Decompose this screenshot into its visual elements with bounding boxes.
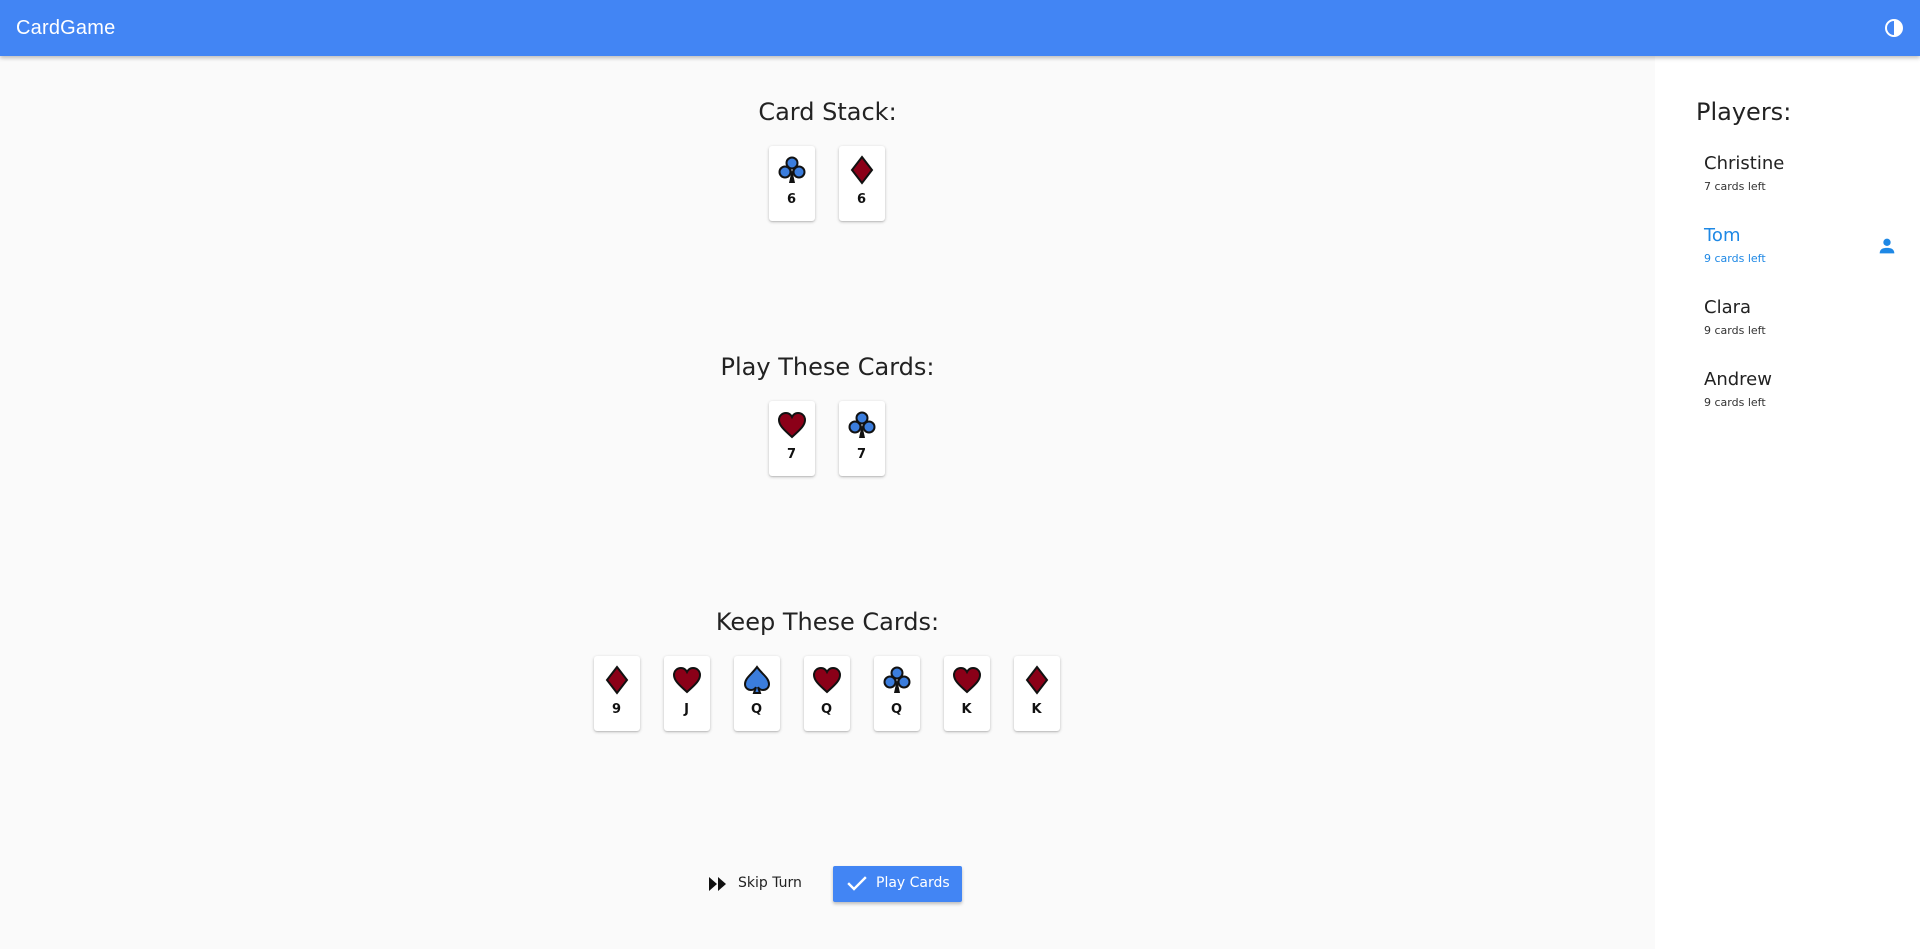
- card-rank: 6: [786, 192, 797, 207]
- playing-card[interactable]: K: [1013, 656, 1060, 731]
- card-stack-section: Card Stack: 66: [0, 96, 1655, 224]
- playing-card[interactable]: Q: [803, 656, 850, 731]
- action-bar: [0, 867, 1655, 907]
- keep-cards-title: Keep These Cards:: [715, 608, 940, 636]
- heart-icon: [952, 666, 981, 694]
- skip-turn-label: Skip Turn: [738, 875, 802, 891]
- play-cards-row: 77: [0, 401, 1655, 479]
- playing-card[interactable]: Q: [733, 656, 780, 731]
- club-icon: [778, 156, 805, 183]
- diamond-icon: [1025, 665, 1048, 695]
- heart-icon: [812, 666, 841, 694]
- player-name: Tom: [1704, 225, 1741, 246]
- players-title: Players:: [1696, 98, 1792, 126]
- card-rank: 9: [611, 702, 622, 717]
- contrast-icon[interactable]: [1882, 16, 1906, 40]
- card-rank: K: [961, 702, 972, 717]
- app-title: CardGame: [16, 17, 116, 39]
- card-rank: 7: [856, 447, 867, 462]
- playing-card[interactable]: 7: [768, 401, 815, 476]
- play-cards-section: Play These Cards: 77: [0, 351, 1655, 479]
- player-name: Clara: [1704, 297, 1752, 318]
- player-cards-left: 7 cards left: [1704, 180, 1766, 193]
- playing-card[interactable]: Q: [873, 656, 920, 731]
- card-rank: J: [684, 702, 689, 717]
- play-cards-label: Play Cards: [876, 875, 950, 891]
- player-cards-left: 9 cards left: [1704, 396, 1766, 409]
- card-rank: Q: [820, 702, 833, 717]
- playing-card[interactable]: 7: [838, 401, 885, 476]
- club-icon: [848, 411, 875, 438]
- player-name: Andrew: [1704, 369, 1772, 390]
- playing-card[interactable]: J: [663, 656, 710, 731]
- card-rank: K: [1031, 702, 1042, 717]
- playing-card[interactable]: K: [943, 656, 990, 731]
- club-icon: [883, 666, 910, 693]
- play-cards-button[interactable]: Play Cards: [833, 866, 962, 902]
- card-rank: Q: [890, 702, 903, 717]
- card-stack-row: 66: [0, 146, 1655, 224]
- person-icon: [1879, 238, 1895, 254]
- play-cards-title: Play These Cards:: [720, 353, 935, 381]
- players-sidebar: Players: Christine 7 cards left Tom 9 ca…: [1655, 56, 1920, 949]
- playing-card[interactable]: 6: [838, 146, 885, 221]
- card-stack-title: Card Stack:: [758, 98, 897, 126]
- heart-icon: [672, 666, 701, 694]
- card-rank: Q: [750, 702, 763, 717]
- diamond-icon: [850, 155, 873, 185]
- app-toolbar: CardGame: [0, 0, 1920, 56]
- game-area: Card Stack: 66 Play These Cards: 77 Keep…: [0, 56, 1655, 949]
- player-item-christine[interactable]: Christine 7 cards left: [1696, 152, 1906, 208]
- player-name: Christine: [1704, 153, 1785, 174]
- fast-forward-icon: [709, 877, 726, 891]
- skip-turn-button[interactable]: Skip Turn: [700, 866, 808, 902]
- heart-icon: [777, 411, 806, 439]
- playing-card[interactable]: 9: [593, 656, 640, 731]
- card-rank: 7: [786, 447, 797, 462]
- card-rank: 6: [856, 192, 867, 207]
- player-cards-left: 9 cards left: [1704, 252, 1766, 265]
- check-icon: [847, 876, 867, 891]
- keep-cards-section: Keep These Cards: 9 J Q Q Q K K: [0, 606, 1655, 734]
- spade-icon: [743, 665, 770, 694]
- player-item-andrew[interactable]: Andrew 9 cards left: [1696, 368, 1906, 424]
- playing-card[interactable]: 6: [768, 146, 815, 221]
- player-item-clara[interactable]: Clara 9 cards left: [1696, 296, 1906, 352]
- keep-cards-row: 9 J Q Q Q K K: [0, 656, 1655, 734]
- player-cards-left: 9 cards left: [1704, 324, 1766, 337]
- diamond-icon: [605, 665, 628, 695]
- player-item-tom[interactable]: Tom 9 cards left: [1696, 224, 1906, 280]
